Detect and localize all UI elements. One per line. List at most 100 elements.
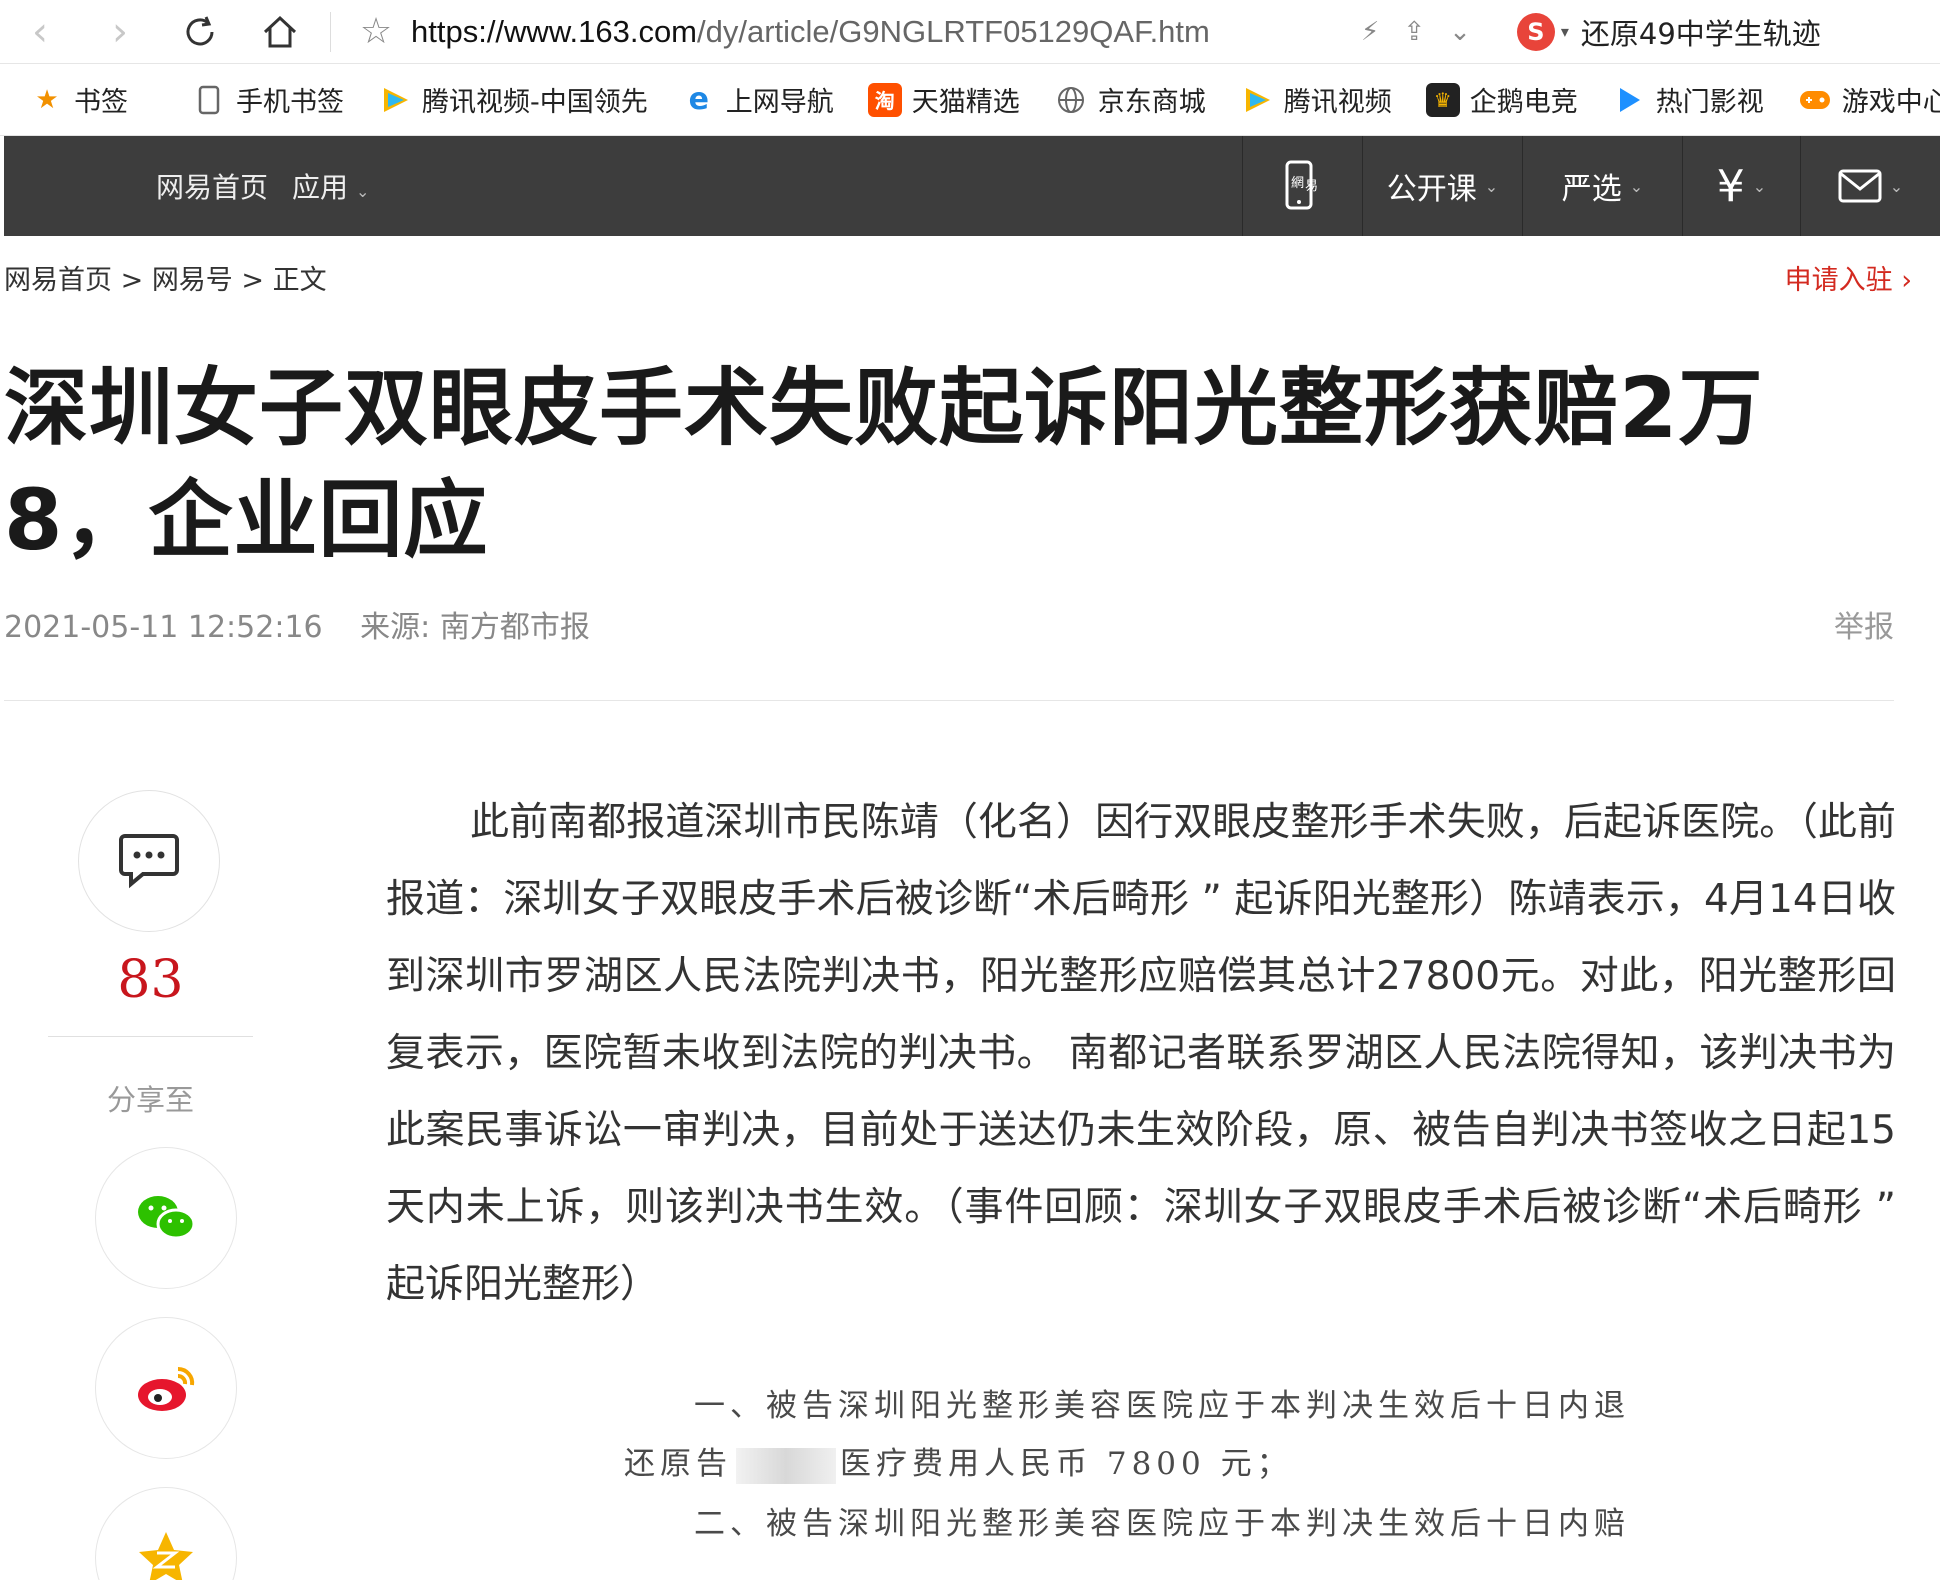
header-divider xyxy=(4,700,1894,701)
play-icon xyxy=(1612,83,1646,117)
breadcrumb-sep: > xyxy=(120,265,144,296)
share-label: 分享至 xyxy=(106,1083,194,1117)
payment-menu[interactable]: ¥ ⌄ xyxy=(1682,136,1800,236)
bookmark-item[interactable]: ★ 书签 xyxy=(30,80,128,119)
nav-apps-menu[interactable]: 应用 ⌄ xyxy=(292,166,369,206)
redacted-name xyxy=(736,1447,836,1484)
bookmark-item[interactable]: 腾讯视频 xyxy=(1240,80,1392,119)
share-wechat-button[interactable] xyxy=(95,1147,237,1289)
bookmark-item[interactable]: 淘天猫精选 xyxy=(867,80,1020,119)
mobile-app-button[interactable]: 網易 xyxy=(1242,136,1362,236)
bookmark-item[interactable]: 京东商城 xyxy=(1054,80,1206,119)
gamepad-icon xyxy=(1798,83,1832,117)
star-outline-icon: ☆ xyxy=(359,11,393,52)
judgment-scan-image: 一、被告深圳阳光整形美容医院应于本判决生效后十日内退 还原告 医疗费用人民币 78… xyxy=(600,1380,1700,1580)
url-path: /dy/article/G9NGLRTF05129QAF.htm xyxy=(697,13,1210,49)
breadcrumb-dy[interactable]: 网易号 xyxy=(152,265,233,296)
article-title: 深圳女子双眼皮手术失败起诉阳光整形获赔2万8，企业回应 xyxy=(4,359,1764,569)
breadcrumb-sep: > xyxy=(241,265,265,296)
share-page-icon[interactable]: ⇪ xyxy=(1403,17,1425,47)
url-host: https://www.163.com xyxy=(411,13,698,49)
bookmark-label: 上网导航 xyxy=(725,87,834,118)
home-button[interactable] xyxy=(240,0,320,64)
weibo-icon xyxy=(138,1366,195,1411)
nav-home-link[interactable]: 网易首页 xyxy=(156,166,268,206)
bookmark-star-button[interactable]: ☆ xyxy=(341,11,411,52)
article-paragraph: 此前南都报道深圳市民陈靖（化名）因行双眼皮整形手术失败，后起诉医院。（此前报道：… xyxy=(386,800,1896,1307)
chevron-down-icon: ⌄ xyxy=(1752,176,1767,196)
wechat-icon xyxy=(138,1196,196,1240)
tencent-video-icon xyxy=(378,83,412,117)
article-meta: 2021-05-11 12:52:16 来源: 南方都市报 xyxy=(4,602,590,646)
browser-toolbar: ‹ › ☆ https://www.163.com/dy/article/G9N… xyxy=(0,0,1940,64)
bookmark-label: 热门影视 xyxy=(1655,87,1764,118)
svg-text:易: 易 xyxy=(1305,179,1318,194)
open-course-label: 公开课 xyxy=(1386,172,1477,207)
address-tools: ⚡ ⇪ ⌄ xyxy=(1361,17,1471,47)
bookmark-label: 企鹅电竞 xyxy=(1469,87,1578,118)
share-qzone-button[interactable] xyxy=(95,1487,237,1580)
caret-down-icon[interactable]: ▾ xyxy=(1561,22,1569,41)
bookmark-label: 腾讯视频 xyxy=(1283,87,1392,118)
back-button[interactable]: ‹ xyxy=(0,0,80,64)
bookmark-label: 腾讯视频-中国领先 xyxy=(422,87,648,118)
address-bar[interactable]: https://www.163.com/dy/article/G9NGLRTF0… xyxy=(411,14,1331,50)
site-top-nav: 网易首页 应用 ⌄ 網易 公开课 ⌄ 严选 ⌄ ¥ ⌄ ⌄ xyxy=(4,136,1940,236)
apply-join-label: 申请入驻 xyxy=(1784,265,1893,296)
chevron-right-icon: › xyxy=(1901,265,1912,296)
chevron-down-icon: ⌄ xyxy=(1484,176,1499,196)
bookmark-label: 天猫精选 xyxy=(911,87,1020,118)
search-box[interactable]: S ▾ 还原49中学生轨迹 xyxy=(1516,11,1821,53)
chevron-right-icon: › xyxy=(112,8,128,55)
bookmark-label: 手机书签 xyxy=(236,87,344,118)
nav-apps-label: 应用 xyxy=(292,171,349,204)
scan-line: 二、被告深圳阳光整形美容医院应于本判决生效后十日内赔 xyxy=(694,1506,1630,1542)
tencent-video-icon xyxy=(1240,83,1274,117)
reload-button[interactable] xyxy=(160,0,240,64)
rail-divider xyxy=(48,1036,253,1037)
bookmark-item[interactable]: 手机书签 xyxy=(192,80,344,119)
chevron-down-icon: ⌄ xyxy=(1629,176,1644,196)
bookmark-item[interactable]: 游戏中心 xyxy=(1798,80,1940,119)
apply-join-link[interactable]: 申请入驻 › xyxy=(1785,258,1912,297)
comment-count[interactable]: 83 xyxy=(48,950,253,1010)
bookmark-item[interactable]: ♛ 企鹅电竞 xyxy=(1425,80,1578,119)
sogou-logo-icon: S xyxy=(1516,12,1555,51)
bookmark-label: 书签 xyxy=(74,87,128,118)
breadcrumb: 网易首页 > 网易号 > 正文 xyxy=(4,258,327,297)
mobile-netease-icon: 網易 xyxy=(1285,160,1318,210)
bookmark-item[interactable]: 腾讯视频-中国领先 xyxy=(378,80,648,119)
bookmark-item[interactable]: 热门影视 xyxy=(1612,80,1764,119)
comment-button[interactable] xyxy=(78,790,220,932)
article-source[interactable]: 来源: 南方都市报 xyxy=(360,610,590,645)
bookmark-item[interactable]: e 上网导航 xyxy=(682,80,834,119)
breadcrumb-home[interactable]: 网易首页 xyxy=(4,265,112,296)
report-link[interactable]: 举报 xyxy=(1834,602,1894,646)
globe-icon xyxy=(1054,83,1088,117)
comment-bubble-icon xyxy=(119,834,179,889)
lightning-icon[interactable]: ⚡ xyxy=(1361,17,1379,47)
scan-text: 医疗费用人民币 7800 元； xyxy=(840,1446,1293,1482)
scan-text: 还原告 xyxy=(624,1446,732,1482)
penguin-esports-icon: ♛ xyxy=(1425,82,1460,117)
chevron-down-icon: ⌄ xyxy=(1889,176,1904,196)
phone-icon xyxy=(192,83,226,117)
open-course-menu[interactable]: 公开课 ⌄ xyxy=(1362,136,1522,236)
chevron-down-icon[interactable]: ⌄ xyxy=(1449,17,1471,47)
yanxuan-menu[interactable]: 严选 ⌄ xyxy=(1522,136,1682,236)
star-icon: ★ xyxy=(35,84,59,115)
bookmarks-bar: ★ 书签 手机书签 腾讯视频-中国领先 e 上网导航 淘天猫精选 京东商城 腾讯视频… xyxy=(0,64,1940,136)
bookmark-label: 京东商城 xyxy=(1097,87,1206,118)
chevron-left-icon: ‹ xyxy=(32,8,48,55)
svg-text:網: 網 xyxy=(1291,176,1304,191)
chevron-down-icon: ⌄ xyxy=(356,182,370,201)
forward-button[interactable]: › xyxy=(80,0,160,64)
bookmark-label: 游戏中心 xyxy=(1841,87,1940,118)
mail-menu[interactable]: ⌄ xyxy=(1800,136,1940,236)
yanxuan-label: 严选 xyxy=(1561,172,1622,207)
yen-icon: ¥ xyxy=(1716,160,1745,212)
breadcrumb-current: 正文 xyxy=(272,265,327,296)
scan-line: 还原告 医疗费用人民币 7800 元； xyxy=(624,1438,1293,1484)
site-nav-left: 网易首页 应用 ⌄ xyxy=(156,136,369,236)
share-weibo-button[interactable] xyxy=(95,1317,237,1459)
